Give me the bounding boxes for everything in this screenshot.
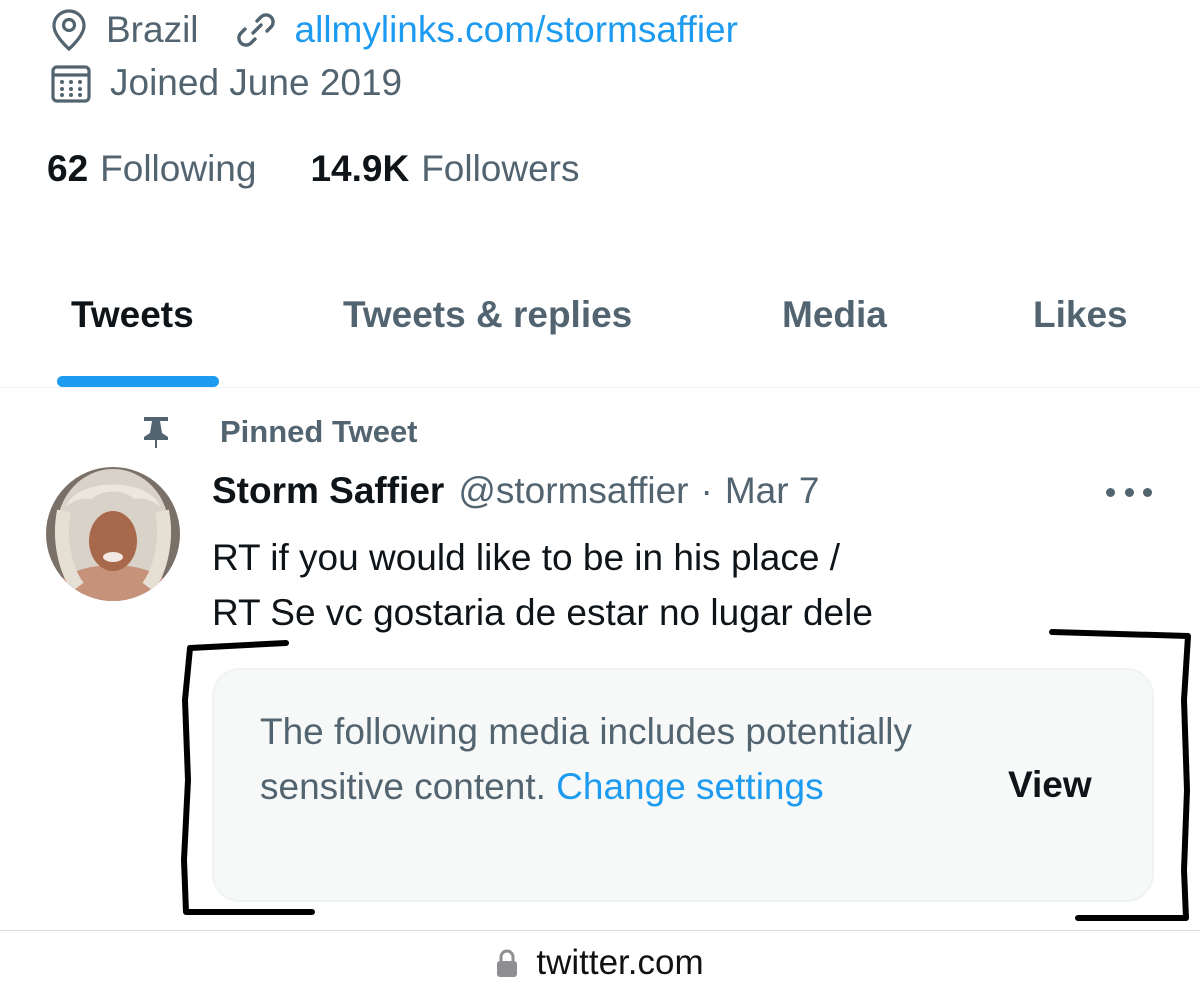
lock-icon xyxy=(496,948,518,978)
tweet-text: RT if you would like to be in his place … xyxy=(212,530,1112,640)
followers-label: Followers xyxy=(421,148,580,189)
separator-dot: · xyxy=(700,470,713,511)
author-name[interactable]: Storm Saffier xyxy=(212,470,444,512)
sensitive-media-notice: The following media includes potentially… xyxy=(212,668,1154,902)
tab-tweets-and-replies[interactable]: Tweets & replies xyxy=(343,294,632,336)
tweet-date[interactable]: Mar 7 xyxy=(725,470,820,512)
pinned-indicator: Pinned Tweet xyxy=(138,414,418,450)
website-link[interactable]: allmylinks.com/stormsaffier xyxy=(295,9,738,51)
location-text: Brazil xyxy=(106,9,199,50)
avatar[interactable] xyxy=(46,467,180,601)
profile-tabs: Tweets Tweets & replies Media Likes xyxy=(0,284,1200,388)
tweet-text-line-2: RT Se vc gostaria de estar no lugar dele xyxy=(212,592,873,633)
pin-icon xyxy=(138,414,174,450)
link-icon xyxy=(235,9,277,51)
more-dots-icon[interactable] xyxy=(1106,477,1152,507)
joined-row: Joined June 2019 xyxy=(50,62,402,104)
calendar-icon xyxy=(50,62,92,104)
tab-likes[interactable]: Likes xyxy=(1033,294,1128,336)
profile-meta-row: Brazil allmylinks.com/stormsaffier xyxy=(50,8,738,52)
following-stat[interactable]: 62 Following xyxy=(47,148,256,190)
active-tab-indicator xyxy=(57,376,219,387)
joined-text: Joined June 2019 xyxy=(110,62,403,103)
tab-media[interactable]: Media xyxy=(782,294,887,336)
tab-tweets[interactable]: Tweets xyxy=(71,294,194,336)
browser-address-bar[interactable]: twitter.com xyxy=(0,930,1200,995)
follow-stats: 62 Following 14.9K Followers xyxy=(47,148,580,190)
view-button[interactable]: View xyxy=(1008,764,1092,806)
followers-count: 14.9K xyxy=(310,148,410,189)
tweet-text-line-1: RT if you would like to be in his place … xyxy=(212,537,840,578)
following-count: 62 xyxy=(47,148,89,189)
pinned-label: Pinned Tweet xyxy=(220,414,418,449)
tweet-header: Storm Saffier @stormsaffier · Mar 7 xyxy=(212,470,819,512)
browser-domain: twitter.com xyxy=(536,943,704,982)
following-label: Following xyxy=(100,148,257,189)
sensitive-notice-text: The following media includes potentially… xyxy=(260,704,960,814)
author-handle[interactable]: @stormsaffier xyxy=(458,470,688,512)
followers-stat[interactable]: 14.9K Followers xyxy=(310,148,579,190)
change-settings-link[interactable]: Change settings xyxy=(556,766,823,807)
location-pin-icon xyxy=(50,8,88,52)
